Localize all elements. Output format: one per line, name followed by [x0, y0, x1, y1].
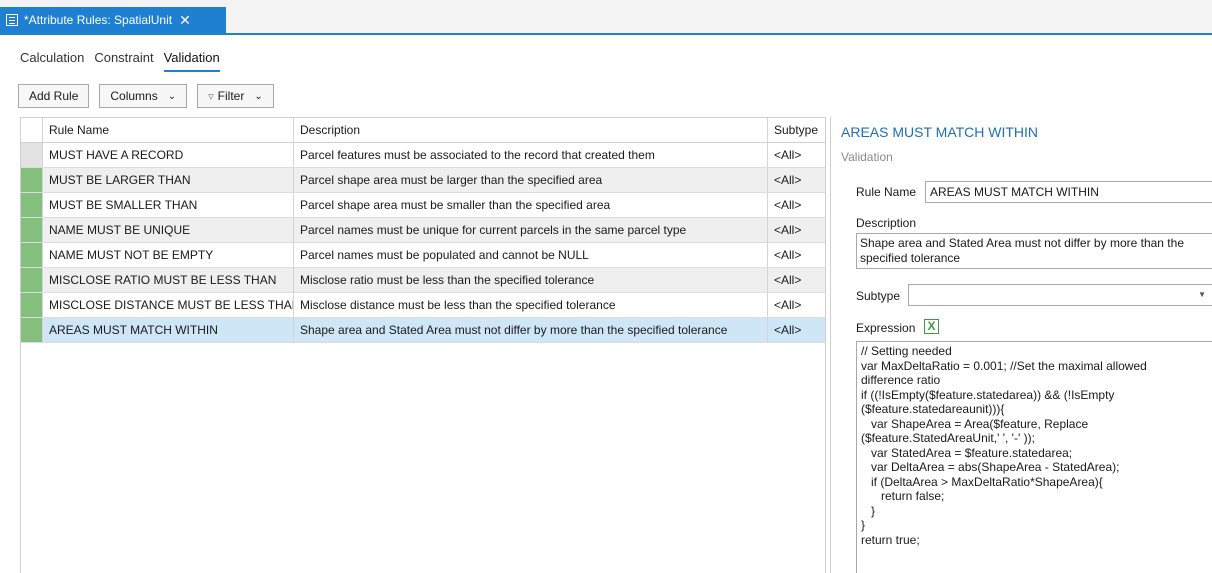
subtype-select[interactable]: ▼ [908, 284, 1212, 306]
expression-builder-icon[interactable]: X [924, 319, 939, 334]
description-cell[interactable]: Parcel names must be unique for current … [294, 218, 768, 242]
rule-details-pane: AREAS MUST MATCH WITHIN Validation Rule … [830, 117, 1212, 573]
column-header-rule-name[interactable]: Rule Name [43, 118, 294, 142]
row-indicator[interactable] [21, 243, 43, 267]
grid-header-row: Rule Name Description Subtype [21, 118, 825, 143]
details-subtitle: Validation [841, 150, 893, 164]
columns-dropdown-button[interactable]: Columns ⌄ [99, 84, 188, 108]
rule-name-cell[interactable]: AREAS MUST MATCH WITHIN [43, 318, 294, 342]
subtype-cell[interactable]: <All> [768, 193, 825, 217]
column-header-description[interactable]: Description [294, 118, 768, 142]
row-indicator[interactable] [21, 293, 43, 317]
rule-name-cell[interactable]: MUST BE SMALLER THAN [43, 193, 294, 217]
table-row[interactable]: MISCLOSE DISTANCE MUST BE LESS THAN Misc… [21, 293, 825, 318]
dropdown-arrow-icon: ▼ [1198, 290, 1206, 299]
description-cell[interactable]: Misclose ratio must be less than the spe… [294, 268, 768, 292]
rule-name-cell[interactable]: MISCLOSE DISTANCE MUST BE LESS THAN [43, 293, 294, 317]
row-indicator[interactable] [21, 268, 43, 292]
description-cell[interactable]: Misclose distance must be less than the … [294, 293, 768, 317]
add-rule-label: Add Rule [29, 89, 79, 103]
expression-code-editor[interactable]: // Setting needed var MaxDeltaRatio = 0.… [856, 341, 1212, 573]
row-indicator[interactable] [21, 168, 43, 192]
description-cell[interactable]: Parcel shape area must be smaller than t… [294, 193, 768, 217]
chevron-down-icon: ⌄ [167, 90, 177, 102]
description-cell[interactable]: Shape area and Stated Area must not diff… [294, 318, 768, 342]
filter-icon: ▿ [208, 90, 214, 103]
rules-grid: Rule Name Description Subtype MUST HAVE … [20, 117, 826, 573]
rule-name-cell[interactable]: NAME MUST NOT BE EMPTY [43, 243, 294, 267]
subtype-cell[interactable]: <All> [768, 218, 825, 242]
rule-name-field[interactable]: AREAS MUST MATCH WITHIN [925, 181, 1212, 203]
rule-name-cell[interactable]: NAME MUST BE UNIQUE [43, 218, 294, 242]
description-field[interactable]: Shape area and Stated Area must not diff… [856, 233, 1212, 269]
table-row[interactable]: MUST BE SMALLER THAN Parcel shape area m… [21, 193, 825, 218]
subtype-cell[interactable]: <All> [768, 318, 825, 342]
rule-type-tabs: Calculation Constraint Validation [20, 50, 220, 72]
rule-name-cell[interactable]: MISCLOSE RATIO MUST BE LESS THAN [43, 268, 294, 292]
subtype-label: Subtype [856, 289, 901, 303]
columns-label: Columns [110, 89, 158, 103]
subtype-cell[interactable]: <All> [768, 168, 825, 192]
close-icon[interactable]: ✕ [179, 13, 191, 27]
table-row[interactable]: MISCLOSE RATIO MUST BE LESS THAN Misclos… [21, 268, 825, 293]
column-header-subtype[interactable]: Subtype [768, 118, 825, 142]
rule-name-cell[interactable]: MUST HAVE A RECORD [43, 143, 294, 167]
rule-name-label: Rule Name [856, 185, 917, 199]
table-icon [6, 14, 18, 26]
chevron-down-icon: ⌄ [254, 90, 263, 102]
tab-constraint[interactable]: Constraint [94, 50, 153, 72]
filter-label: Filter [217, 89, 245, 103]
expression-label: Expression [856, 321, 916, 335]
description-cell[interactable]: Parcel features must be associated to th… [294, 143, 768, 167]
rule-name-cell[interactable]: MUST BE LARGER THAN [43, 168, 294, 192]
description-cell[interactable]: Parcel names must be populated and canno… [294, 243, 768, 267]
subtype-cell[interactable]: <All> [768, 243, 825, 267]
description-label: Description [856, 216, 917, 230]
table-row[interactable]: MUST BE LARGER THAN Parcel shape area mu… [21, 168, 825, 193]
table-row-selected[interactable]: AREAS MUST MATCH WITHIN Shape area and S… [21, 318, 825, 343]
description-cell[interactable]: Parcel shape area must be larger than th… [294, 168, 768, 192]
row-indicator[interactable] [21, 143, 43, 167]
row-indicator[interactable] [21, 218, 43, 242]
table-row[interactable]: MUST HAVE A RECORD Parcel features must … [21, 143, 825, 168]
table-row[interactable]: NAME MUST BE UNIQUE Parcel names must be… [21, 218, 825, 243]
row-indicator-header[interactable] [21, 118, 43, 142]
subtype-cell[interactable]: <All> [768, 143, 825, 167]
details-title: AREAS MUST MATCH WITHIN [841, 124, 1039, 140]
document-tab[interactable]: *Attribute Rules: SpatialUnit ✕ [0, 7, 226, 33]
tab-validation[interactable]: Validation [163, 50, 220, 72]
add-rule-button[interactable]: Add Rule [18, 84, 90, 108]
document-tab-bar: *Attribute Rules: SpatialUnit ✕ [0, 0, 1212, 35]
row-indicator[interactable] [21, 318, 43, 342]
table-row[interactable]: NAME MUST NOT BE EMPTY Parcel names must… [21, 243, 825, 268]
toolbar: Add Rule Columns ⌄ ▿ Filter ⌄ [18, 84, 274, 110]
document-tab-title: *Attribute Rules: SpatialUnit [24, 13, 173, 27]
row-indicator[interactable] [21, 193, 43, 217]
subtype-cell[interactable]: <All> [768, 268, 825, 292]
tab-calculation[interactable]: Calculation [20, 50, 84, 72]
filter-dropdown-button[interactable]: ▿ Filter ⌄ [197, 84, 274, 108]
subtype-cell[interactable]: <All> [768, 293, 825, 317]
